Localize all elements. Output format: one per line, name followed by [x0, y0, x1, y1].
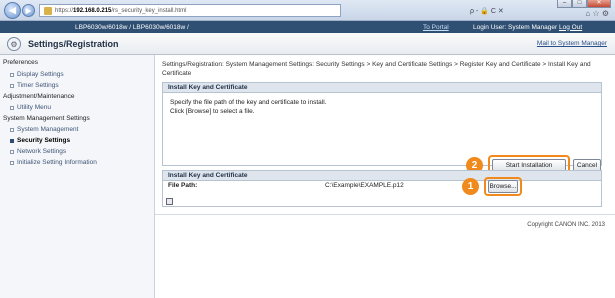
bullet-icon	[10, 72, 14, 77]
breadcrumb: Settings/Registration: System Management…	[162, 61, 591, 77]
sidebar-item-label: Timer Settings	[17, 82, 59, 89]
device-model: LBP6030w/6018w / LBP6030w/6018w /	[75, 23, 189, 31]
settings-gear-icon: ⚙	[7, 37, 21, 51]
callout-1: 1	[462, 178, 479, 195]
login-info: Login User: System Manager Log Out	[473, 24, 582, 31]
title-bar: ⚙ Settings/Registration Mail to System M…	[0, 33, 615, 55]
sidebar-item-label: Display Settings	[17, 71, 64, 78]
address-tools[interactable]: ρ - 🔒 C ✕	[470, 4, 552, 17]
subsection-header: Install Key and Certificate	[162, 170, 602, 181]
sidebar-item-timer-settings[interactable]: Timer Settings	[10, 82, 59, 89]
sidebar-item-label: System Management	[17, 126, 79, 133]
logout-link[interactable]: Log Out	[559, 24, 582, 31]
sidebar-item-security-settings[interactable]: Security Settings	[10, 137, 70, 144]
mailto-link[interactable]: Mail to System Manager	[537, 40, 607, 47]
bullet-icon	[10, 138, 14, 143]
maximize-icon[interactable]: □	[572, 0, 587, 8]
bullet-icon	[10, 105, 14, 110]
sidebar-item-system-management[interactable]: System Management	[10, 126, 78, 133]
sidebar-item-label: Initialize Setting Information	[17, 159, 97, 166]
file-path-label: File Path:	[168, 182, 198, 189]
bullet-icon	[10, 83, 14, 88]
section-header: Install Key and Certificate	[162, 82, 602, 93]
url-prefix: https://	[55, 7, 74, 14]
divider	[155, 214, 615, 215]
bullet-icon	[10, 149, 14, 154]
copyright: Copyright CANON INC. 2013	[527, 222, 605, 228]
sidebar-group-system-management: System Management Settings	[3, 115, 90, 122]
toolbar-icons[interactable]: ⌂ ☆ ⚙	[585, 9, 609, 18]
portal-link[interactable]: To Portal	[423, 24, 449, 31]
sidebar-item-initialize-settings[interactable]: Initialize Setting Information	[10, 159, 97, 166]
sidebar-item-label: Network Settings	[17, 148, 67, 155]
url-path: /rs_security_key_install.html	[111, 7, 187, 14]
instructions-line-2: Click [Browse] to select a file.	[170, 107, 255, 115]
page-title: Settings/Registration	[28, 39, 119, 49]
close-icon[interactable]: ✕	[587, 0, 611, 8]
sidebar	[0, 55, 155, 298]
sidebar-item-utility-menu[interactable]: Utility Menu	[10, 104, 51, 111]
sidebar-group-adjustment: Adjustment/Maintenance	[3, 93, 75, 100]
home-star-gear-icon[interactable]: ⌂ ☆ ⚙	[585, 9, 609, 18]
browser-chrome: ◀ ▶ https:// 192.168.0.215 /rs_security_…	[0, 0, 615, 21]
url-host: 192.168.0.215	[73, 7, 112, 14]
browse-button[interactable]: Browse...	[488, 180, 518, 193]
sidebar-item-display-settings[interactable]: Display Settings	[10, 71, 64, 78]
login-user: Login User: System Manager	[473, 23, 558, 31]
sidebar-group-preferences: Preferences	[3, 59, 39, 66]
address-bar[interactable]: https:// 192.168.0.215 /rs_security_key_…	[39, 4, 341, 17]
instructions-line-1: Specify the file path of the key and cer…	[170, 99, 327, 106]
minimize-icon[interactable]: –	[557, 0, 572, 8]
collapse-icon[interactable]	[166, 198, 173, 205]
instructions: Specify the file path of the key and cer…	[170, 99, 326, 116]
forward-arrow-icon[interactable]: ▶	[22, 4, 35, 17]
top-bar: LBP6030w/6018w / LBP6030w/6018w / To Por…	[0, 21, 615, 33]
back-arrow-icon[interactable]: ◀	[4, 2, 21, 19]
sidebar-item-label: Utility Menu	[17, 104, 51, 111]
bullet-icon	[10, 160, 14, 165]
sidebar-item-label: Security Settings	[17, 137, 71, 144]
window-controls: – □ ✕	[557, 0, 611, 8]
sidebar-item-network-settings[interactable]: Network Settings	[10, 148, 66, 155]
page-icon	[44, 6, 52, 15]
bullet-icon	[10, 127, 14, 132]
file-path-value: C:\Example\EXAMPLE.p12	[325, 182, 404, 189]
